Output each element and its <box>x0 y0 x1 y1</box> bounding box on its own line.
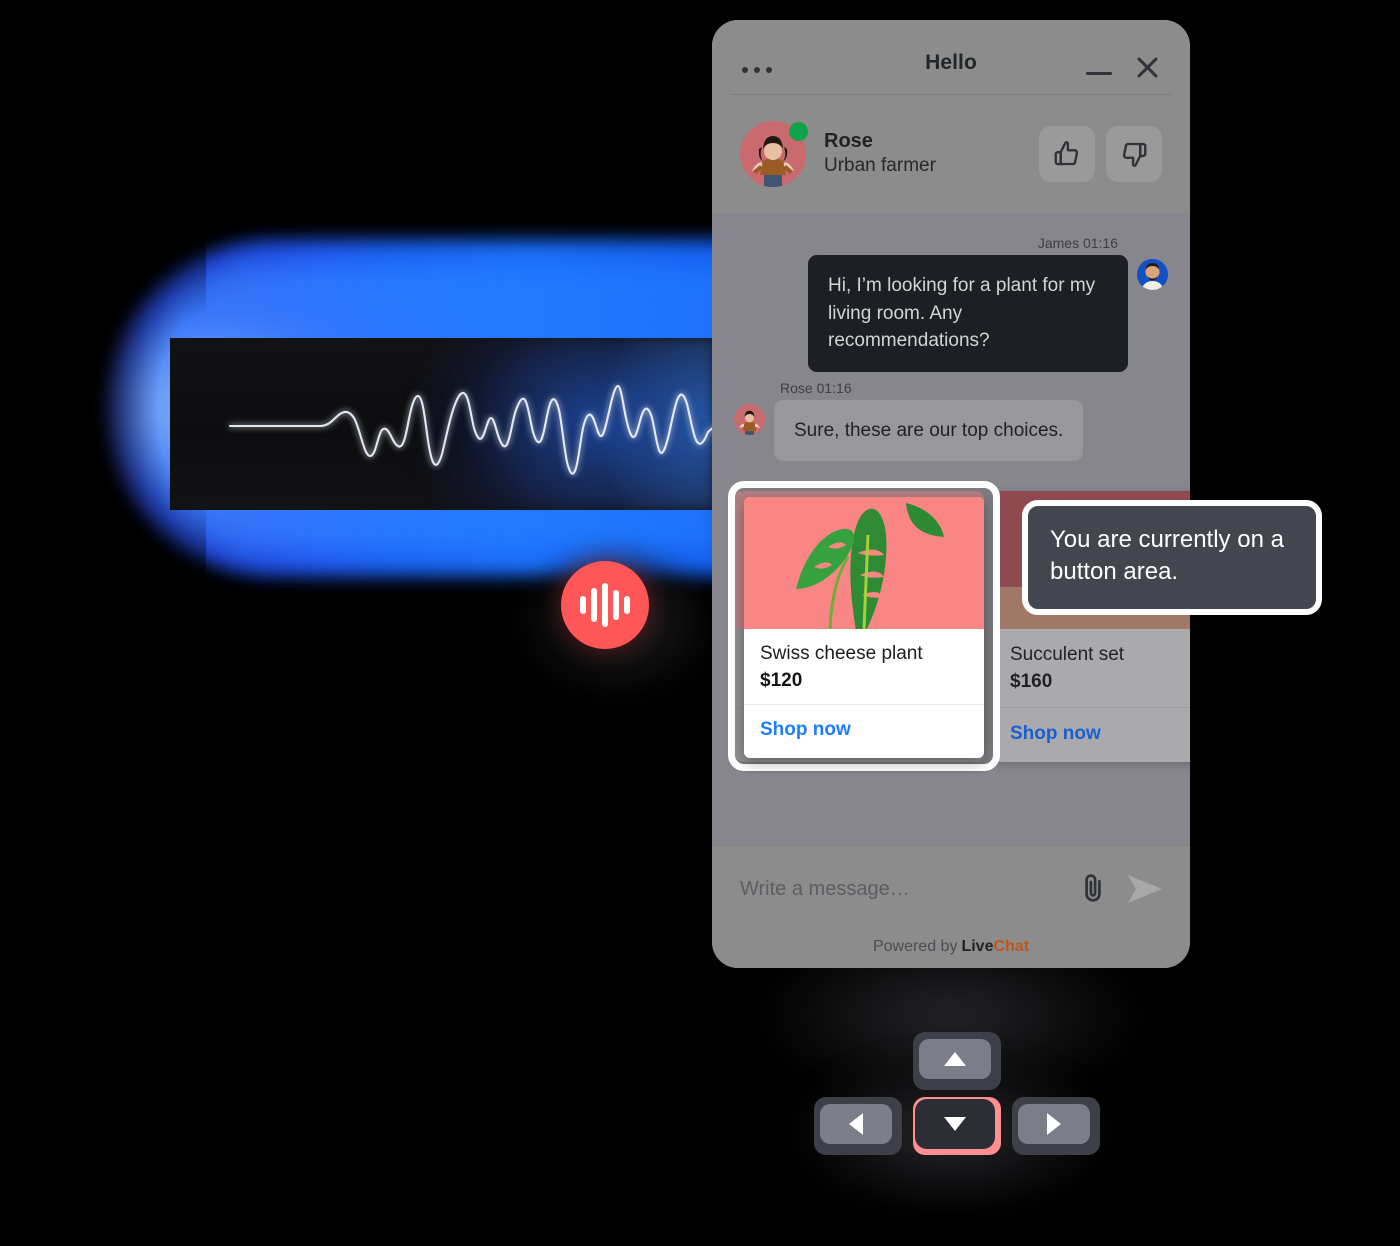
audio-waveform-icon-bar <box>624 596 630 614</box>
agent-bar: Rose Urban farmer <box>712 95 1190 213</box>
thumbs-up-icon <box>1054 141 1079 166</box>
key-cap <box>919 1039 991 1079</box>
product-details: Swiss cheese plant $120 <box>744 629 984 705</box>
product-price: $120 <box>760 669 803 691</box>
focus-tooltip: You are currently on a button area. <box>1022 500 1322 615</box>
agent-info: Rose Urban farmer <box>824 129 936 179</box>
product-name: Swiss cheese plant <box>760 643 923 664</box>
message-meta: Rose 01:16 <box>780 379 852 396</box>
key-cap <box>820 1104 892 1144</box>
avatar <box>740 121 808 187</box>
waveform-panel <box>170 338 715 510</box>
brand-live: Live <box>961 938 994 955</box>
powered-by-text: Powered by <box>872 938 958 955</box>
message-row-incoming: Sure, these are our top choices. <box>734 399 1168 462</box>
arrow-right-icon <box>1047 1113 1061 1135</box>
screenshot-root: Hello Rose Urban farmer James 01:16 Hi, … <box>0 0 1400 1246</box>
thumbs-up-button[interactable] <box>1039 126 1095 182</box>
arrow-down-key[interactable] <box>913 1097 1001 1155</box>
product-details: Succulent set $160 <box>994 629 1190 707</box>
close-icon[interactable] <box>1132 52 1162 82</box>
waveform-svg <box>228 384 715 475</box>
shop-now-button[interactable]: Shop now <box>994 708 1190 762</box>
message-input[interactable] <box>738 876 1076 902</box>
brand-chat: Chat <box>993 938 1030 955</box>
thumbs-down-icon <box>1122 142 1147 167</box>
product-name: Succulent set <box>1010 644 1125 665</box>
rating-buttons <box>1039 126 1162 182</box>
key-cap <box>915 1099 995 1149</box>
message-row-outgoing: Hi, I’m looking for a plant for my livin… <box>734 255 1168 372</box>
brand-name: LiveChat <box>961 938 1029 956</box>
message-bubble: Sure, these are our top choices. <box>774 399 1084 462</box>
message-composer <box>712 845 1190 932</box>
monstera-illustration <box>744 497 984 629</box>
arrow-up-icon <box>944 1052 966 1066</box>
rose-avatar-illustration <box>734 403 765 435</box>
audio-waveform-icon-bar <box>580 596 586 614</box>
message-bubble: Hi, I’m looking for a plant for my livin… <box>808 255 1128 372</box>
chat-widget: Hello Rose Urban farmer James 01:16 Hi, … <box>712 20 1190 968</box>
avatar <box>734 403 765 435</box>
powered-by-footer: Powered by LiveChat <box>712 932 1190 968</box>
agent-role: Urban farmer <box>824 155 936 177</box>
arrow-left-icon <box>849 1113 863 1135</box>
arrow-down-icon <box>944 1117 966 1131</box>
product-card-focused[interactable]: Swiss cheese plant $120 Shop now <box>744 497 984 759</box>
agent-name: Rose <box>824 130 873 153</box>
product-price: $160 <box>1010 670 1053 692</box>
james-avatar-illustration <box>1137 259 1168 290</box>
key-cap <box>1018 1104 1090 1144</box>
arrow-right-key[interactable] <box>1012 1097 1100 1155</box>
voice-record-button[interactable] <box>561 561 649 649</box>
audio-waveform-icon-bar <box>602 583 608 627</box>
audio-waveform-icon-bar <box>591 588 597 622</box>
audio-waveform-icon-bar <box>613 590 619 620</box>
arrow-left-key[interactable] <box>814 1097 902 1155</box>
status-badge <box>789 122 808 141</box>
widget-title: Hello <box>925 51 977 74</box>
minimize-icon[interactable] <box>1086 72 1112 75</box>
thumbs-down-button[interactable] <box>1106 126 1162 182</box>
widget-header: Hello <box>712 20 1190 95</box>
avatar <box>1137 259 1168 290</box>
message-meta: James 01:16 <box>1037 235 1118 251</box>
send-arrow-icon[interactable] <box>1126 872 1164 906</box>
shop-now-button[interactable]: Shop now <box>744 705 984 758</box>
product-image <box>744 497 984 629</box>
paperclip-icon[interactable] <box>1076 872 1110 906</box>
arrow-up-key[interactable] <box>913 1032 1001 1090</box>
